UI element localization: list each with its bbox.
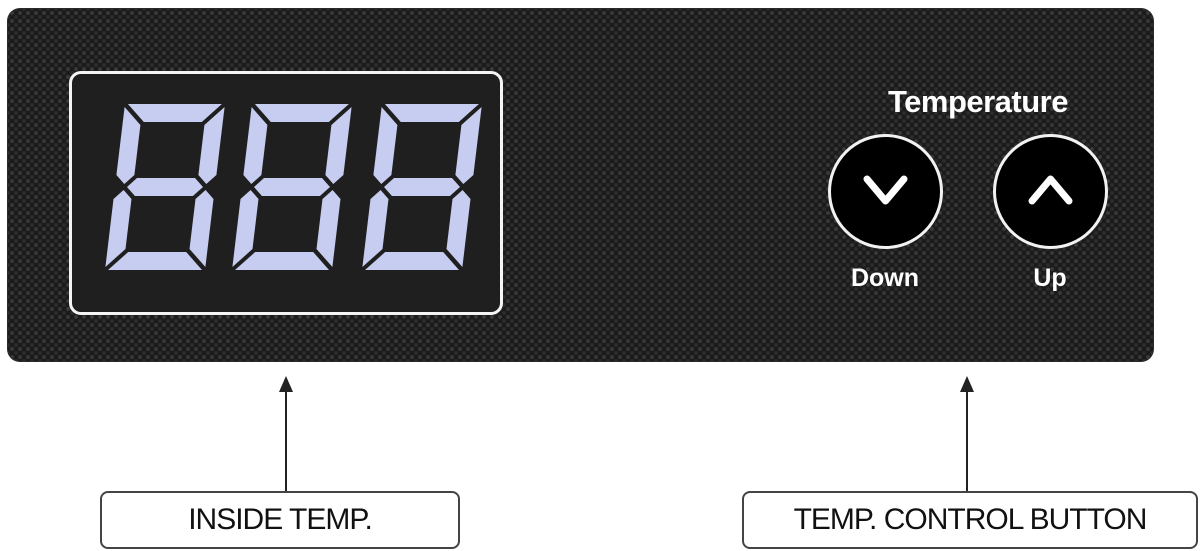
segment-g xyxy=(384,178,460,196)
segment-d xyxy=(235,252,329,270)
seven-segment-digits xyxy=(105,104,482,270)
segment-a xyxy=(127,104,222,122)
temp-control-pointer xyxy=(966,390,968,492)
segment-a xyxy=(384,104,479,122)
display-digit xyxy=(362,104,482,270)
segment-f xyxy=(373,107,398,184)
segment-g xyxy=(127,178,203,196)
inside-temp-pointer xyxy=(285,390,287,492)
segment-g xyxy=(254,178,330,196)
display-digit xyxy=(105,104,225,270)
inside-temp-callout: INSIDE TEMP. xyxy=(100,491,460,549)
segment-c xyxy=(189,190,214,267)
control-panel: Temperature Down Up xyxy=(8,9,1153,361)
segment-f xyxy=(116,107,141,184)
segment-d xyxy=(365,252,459,270)
temperature-display xyxy=(69,71,503,315)
up-label: Up xyxy=(1033,264,1067,292)
segment-c xyxy=(316,190,341,267)
segment-a xyxy=(254,104,349,122)
temp-control-callout: TEMP. CONTROL BUTTON xyxy=(742,491,1198,549)
chevron-down-icon xyxy=(863,175,908,205)
segment-d xyxy=(108,252,202,270)
temperature-heading: Temperature xyxy=(888,84,1069,119)
temperature-controls: Temperature Down Up xyxy=(828,79,1128,309)
chevron-up-icon xyxy=(1028,175,1073,205)
display-digit xyxy=(232,104,352,270)
temperature-down-button[interactable] xyxy=(828,134,943,249)
down-label: Down xyxy=(850,264,920,292)
segment-f xyxy=(243,107,268,184)
temperature-up-button[interactable] xyxy=(993,134,1108,249)
segment-c xyxy=(446,190,471,267)
